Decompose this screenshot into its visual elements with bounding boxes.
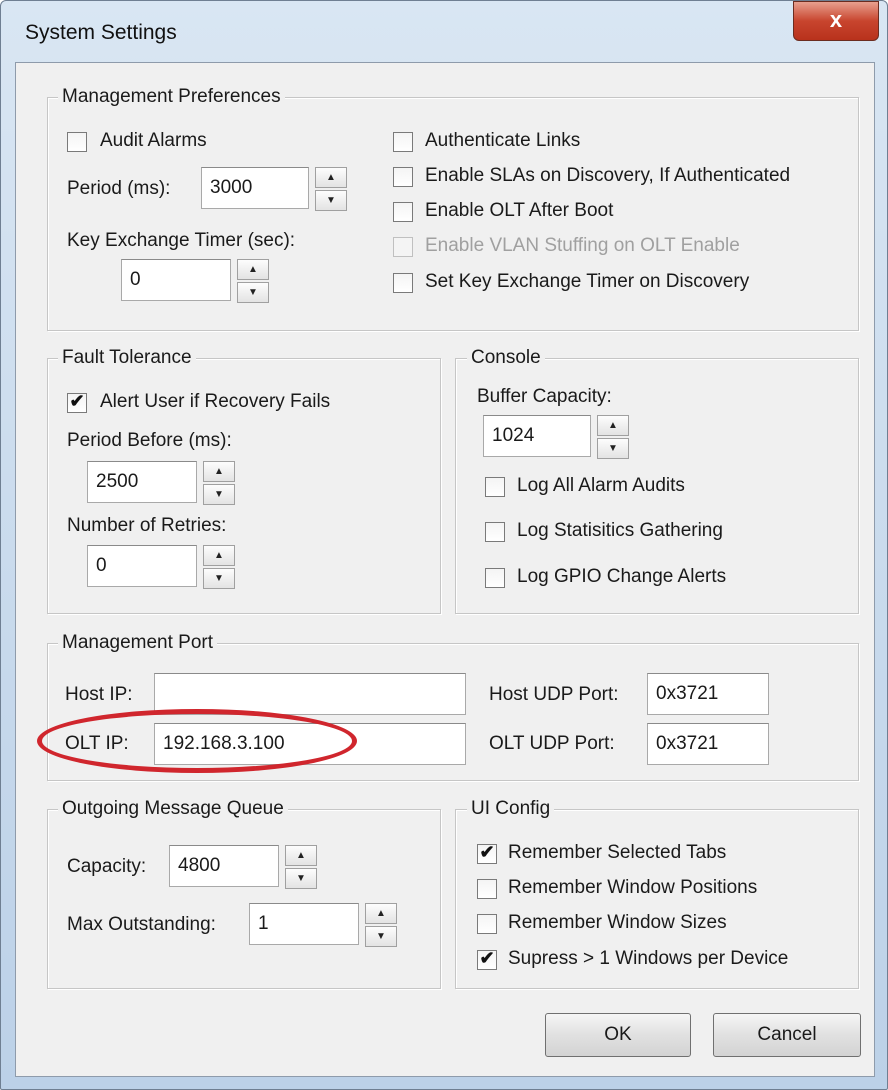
period-spinner: ▲ ▼: [315, 167, 347, 211]
log-statistics-checkbox[interactable]: [485, 522, 505, 542]
management-preferences-legend: Management Preferences: [58, 86, 285, 108]
audit-alarms-checkbox[interactable]: [67, 132, 87, 152]
ui-config-legend: UI Config: [467, 798, 555, 820]
enable-olt-after-boot-checkbox[interactable]: [393, 202, 413, 222]
remember-sizes-label: Remember Window Sizes: [508, 912, 727, 933]
host-ip-label: Host IP:: [65, 684, 133, 705]
period-spin-down[interactable]: ▼: [315, 190, 347, 211]
enable-slas-label: Enable SLAs on Discovery, If Authenticat…: [425, 165, 791, 186]
number-of-retries-label: Number of Retries:: [67, 515, 227, 536]
log-alarm-audits-checkbox[interactable]: [485, 477, 505, 497]
system-settings-window: System Settings x Management Preferences…: [0, 0, 888, 1090]
key-exchange-timer-input[interactable]: 0: [121, 259, 231, 301]
log-gpio-checkbox[interactable]: [485, 568, 505, 588]
olt-ip-label: OLT IP:: [65, 733, 129, 754]
enable-olt-after-boot-label: Enable OLT After Boot: [425, 200, 614, 221]
number-of-retries-input[interactable]: 0: [87, 545, 197, 587]
buffer-capacity-spin-up[interactable]: ▲: [597, 415, 629, 436]
period-before-spinner: ▲ ▼: [203, 461, 235, 505]
capacity-spinner: ▲ ▼: [285, 845, 317, 889]
period-before-input[interactable]: 2500: [87, 461, 197, 503]
authenticate-links-label: Authenticate Links: [425, 130, 581, 151]
host-udp-port-label: Host UDP Port:: [489, 684, 619, 705]
capacity-spin-up[interactable]: ▲: [285, 845, 317, 866]
supress-windows-checkbox[interactable]: ✔: [477, 948, 497, 970]
period-spin-up[interactable]: ▲: [315, 167, 347, 188]
period-before-spin-down[interactable]: ▼: [203, 484, 235, 505]
authenticate-links-checkbox[interactable]: [393, 132, 413, 152]
remember-positions-checkbox[interactable]: [477, 879, 497, 899]
host-udp-port-input[interactable]: 0x3721: [647, 673, 769, 715]
fault-tolerance-legend: Fault Tolerance: [58, 347, 196, 369]
buffer-capacity-input[interactable]: 1024: [483, 415, 591, 457]
max-outstanding-spin-up[interactable]: ▲: [365, 903, 397, 924]
supress-windows-label: Supress > 1 Windows per Device: [508, 948, 789, 969]
management-port-legend: Management Port: [58, 632, 218, 654]
max-outstanding-label: Max Outstanding:: [67, 914, 216, 935]
max-outstanding-input[interactable]: 1: [249, 903, 359, 945]
key-exchange-timer-label: Key Exchange Timer (sec):: [67, 230, 296, 251]
set-key-exchange-timer-checkbox[interactable]: [393, 273, 413, 293]
buffer-capacity-spinner: ▲ ▼: [597, 415, 629, 459]
olt-udp-port-input[interactable]: 0x3721: [647, 723, 769, 765]
window-title: System Settings: [25, 21, 177, 44]
ok-button[interactable]: OK: [545, 1013, 691, 1057]
capacity-spin-down[interactable]: ▼: [285, 868, 317, 889]
log-alarm-audits-label: Log All Alarm Audits: [517, 475, 685, 496]
outgoing-message-queue-legend: Outgoing Message Queue: [58, 798, 288, 820]
remember-tabs-label: Remember Selected Tabs: [508, 842, 727, 863]
period-before-spin-up[interactable]: ▲: [203, 461, 235, 482]
outgoing-message-queue-group: [47, 809, 441, 989]
log-gpio-label: Log GPIO Change Alerts: [517, 566, 727, 587]
console-legend: Console: [467, 347, 545, 369]
audit-alarms-label: Audit Alarms: [100, 130, 207, 151]
remember-tabs-checkbox[interactable]: ✔: [477, 842, 497, 864]
alert-user-label: Alert User if Recovery Fails: [100, 391, 331, 412]
period-input[interactable]: 3000: [201, 167, 309, 209]
buffer-capacity-spin-down[interactable]: ▼: [597, 438, 629, 459]
enable-vlan-stuffing-checkbox: [393, 237, 413, 257]
key-exchange-spinner: ▲ ▼: [237, 259, 269, 303]
host-ip-input[interactable]: [154, 673, 466, 715]
retries-spinner: ▲ ▼: [203, 545, 235, 589]
capacity-input[interactable]: 4800: [169, 845, 279, 887]
max-outstanding-spin-down[interactable]: ▼: [365, 926, 397, 947]
log-statistics-label: Log Statisitics Gathering: [517, 520, 723, 541]
olt-udp-port-label: OLT UDP Port:: [489, 733, 615, 754]
set-key-exchange-timer-label: Set Key Exchange Timer on Discovery: [425, 271, 750, 292]
max-outstanding-spinner: ▲ ▼: [365, 903, 397, 947]
enable-slas-checkbox[interactable]: [393, 167, 413, 187]
close-button[interactable]: x: [793, 1, 879, 41]
olt-ip-input[interactable]: 192.168.3.100: [154, 723, 466, 765]
cancel-button[interactable]: Cancel: [713, 1013, 861, 1057]
remember-sizes-checkbox[interactable]: [477, 914, 497, 934]
retries-spin-up[interactable]: ▲: [203, 545, 235, 566]
buffer-capacity-label: Buffer Capacity:: [477, 386, 612, 407]
capacity-label: Capacity:: [67, 856, 147, 877]
alert-user-checkbox[interactable]: ✔: [67, 391, 87, 413]
period-before-label: Period Before (ms):: [67, 430, 232, 451]
retries-spin-down[interactable]: ▼: [203, 568, 235, 589]
remember-positions-label: Remember Window Positions: [508, 877, 758, 898]
enable-vlan-stuffing-label: Enable VLAN Stuffing on OLT Enable: [425, 235, 740, 256]
key-exchange-spin-up[interactable]: ▲: [237, 259, 269, 280]
period-label: Period (ms):: [67, 178, 171, 199]
key-exchange-spin-down[interactable]: ▼: [237, 282, 269, 303]
